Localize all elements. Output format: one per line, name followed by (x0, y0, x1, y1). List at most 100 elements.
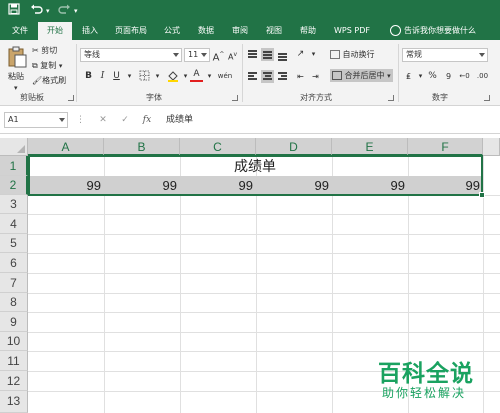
tab-data[interactable]: 数据 (192, 22, 220, 40)
paste-icon[interactable] (6, 46, 28, 68)
enter-icon[interactable]: ✓ (118, 112, 132, 128)
increase-decimal-icon[interactable]: ←0 (458, 70, 471, 83)
tell-me-search[interactable]: 告诉我你想要做什么 (404, 22, 496, 40)
brush-icon: 🖌 (32, 76, 43, 85)
borders-button[interactable] (138, 70, 151, 83)
copy-dropdown-icon[interactable]: ▾ (59, 62, 63, 70)
decrease-font-button[interactable]: Av (226, 48, 239, 62)
orientation-icon[interactable]: ↗ (294, 48, 307, 61)
tab-insert[interactable]: 插入 (76, 22, 104, 40)
row-header-12[interactable]: 12 (0, 371, 28, 391)
column-header-c[interactable]: C (180, 138, 256, 156)
decrease-indent-icon[interactable]: ⇤ (294, 70, 307, 83)
fill-color-button[interactable] (166, 70, 179, 83)
gridline (28, 293, 500, 294)
tab-help[interactable]: 帮助 (294, 22, 322, 40)
paste-dropdown-icon[interactable]: ▾ (14, 82, 18, 95)
column-header-g[interactable] (483, 138, 500, 156)
name-box[interactable]: A1 (4, 112, 68, 128)
clipboard-dialog-launcher[interactable] (68, 95, 74, 101)
format-painter-button[interactable]: 🖌格式刷 (32, 74, 66, 87)
column-header-e[interactable]: E (332, 138, 408, 156)
title-bar: ▾ ▾ (0, 0, 500, 22)
font-dialog-launcher[interactable] (232, 95, 238, 101)
chevron-down-icon (479, 53, 485, 57)
bold-button[interactable]: B (82, 70, 95, 83)
bottom-align-icon[interactable] (276, 48, 289, 61)
comma-style-button[interactable]: 9 (442, 70, 455, 83)
formula-bar: A1 ⋮ ✕ ✓ fx 成绩单 (0, 106, 500, 134)
underline-dropdown-icon[interactable]: ▾ (123, 70, 136, 83)
undo-icon[interactable] (30, 3, 43, 19)
align-right-icon[interactable] (276, 70, 289, 83)
font-name-select[interactable]: 等线 (80, 48, 182, 62)
gridline (28, 312, 500, 313)
tab-wps-pdf[interactable]: WPS PDF (328, 22, 376, 40)
formula-bar-grip-icon: ⋮ (76, 115, 85, 125)
row-header-9[interactable]: 9 (0, 312, 28, 332)
select-all-button[interactable] (0, 138, 28, 156)
column-header-d[interactable]: D (256, 138, 332, 156)
italic-button[interactable]: I (96, 70, 109, 83)
row-header-10[interactable]: 10 (0, 332, 28, 351)
borders-dropdown-icon[interactable]: ▾ (151, 70, 164, 83)
merge-center-button[interactable]: 合并后居中 ▾ (330, 69, 393, 82)
column-header-a[interactable]: A (28, 138, 104, 156)
row-header-7[interactable]: 7 (0, 273, 28, 293)
row-header-8[interactable]: 8 (0, 293, 28, 312)
tab-review[interactable]: 审阅 (226, 22, 254, 40)
increase-font-button[interactable]: A^ (212, 48, 225, 63)
row-header-6[interactable]: 6 (0, 253, 28, 273)
tab-home[interactable]: 开始 (38, 22, 72, 40)
merge-dropdown-icon[interactable]: ▾ (387, 72, 391, 80)
formula-input[interactable]: 成绩单 (166, 112, 496, 128)
watermark-logo: 百科全说 助你轻松解决 (368, 354, 496, 410)
font-color-button[interactable]: A (190, 68, 203, 82)
percent-button[interactable]: % (426, 70, 439, 83)
cancel-icon[interactable]: ✕ (96, 112, 110, 128)
ribbon-home: 粘贴 ▾ ✂ 剪切 ⧉ 复制 ▾ 🖌格式刷 剪贴板 等线 11 A^ Av B … (0, 40, 500, 106)
save-icon[interactable] (8, 3, 20, 19)
cut-button[interactable]: ✂ 剪切 (32, 44, 57, 57)
tab-page-layout[interactable]: 页面布局 (108, 22, 154, 40)
row-header-4[interactable]: 4 (0, 214, 28, 234)
column-header-f[interactable]: F (408, 138, 483, 156)
paint-bucket-icon (167, 71, 178, 82)
wrap-text-label: 自动换行 (342, 50, 375, 59)
copy-button[interactable]: ⧉ 复制 ▾ (32, 59, 62, 72)
alignment-dialog-launcher[interactable] (388, 95, 394, 101)
increase-indent-icon[interactable]: ⇥ (309, 70, 322, 83)
row-header-3[interactable]: 3 (0, 195, 28, 214)
undo-dropdown-icon[interactable]: ▾ (46, 3, 50, 19)
middle-align-icon[interactable] (261, 48, 274, 61)
top-align-icon[interactable] (246, 48, 259, 61)
column-header-b[interactable]: B (104, 138, 180, 156)
orientation-dropdown-icon[interactable]: ▾ (307, 48, 320, 61)
gridline (28, 214, 500, 215)
row-header-11[interactable]: 11 (0, 351, 28, 371)
tab-file[interactable]: 文件 (6, 22, 34, 40)
wrap-text-icon (330, 50, 340, 59)
name-box-value: A1 (8, 115, 19, 124)
wrap-text-button[interactable]: 自动换行 (330, 48, 375, 61)
number-format-select[interactable]: 常规 (402, 48, 488, 62)
font-color-dropdown-icon[interactable]: ▾ (203, 70, 216, 83)
align-left-icon[interactable] (246, 70, 259, 83)
decrease-decimal-icon[interactable]: .00 (476, 70, 489, 83)
tab-view[interactable]: 视图 (260, 22, 288, 40)
align-center-icon[interactable] (261, 70, 274, 83)
number-dialog-launcher[interactable] (484, 95, 490, 101)
row-header-2[interactable]: 2 (0, 176, 28, 195)
row-header-5[interactable]: 5 (0, 234, 28, 253)
tab-formulas[interactable]: 公式 (158, 22, 186, 40)
font-size-select[interactable]: 11 (184, 48, 210, 62)
underline-button[interactable]: U (110, 70, 123, 83)
phonetic-button[interactable]: wén (216, 70, 234, 83)
redo-icon[interactable] (58, 3, 71, 19)
insert-function-icon[interactable]: fx (140, 112, 154, 128)
fill-handle[interactable] (479, 192, 485, 198)
gridline (28, 234, 500, 235)
row-header-13[interactable]: 13 (0, 391, 28, 413)
row-header-1[interactable]: 1 (0, 156, 28, 176)
customize-toolbar-icon[interactable]: ▾ (74, 3, 78, 19)
